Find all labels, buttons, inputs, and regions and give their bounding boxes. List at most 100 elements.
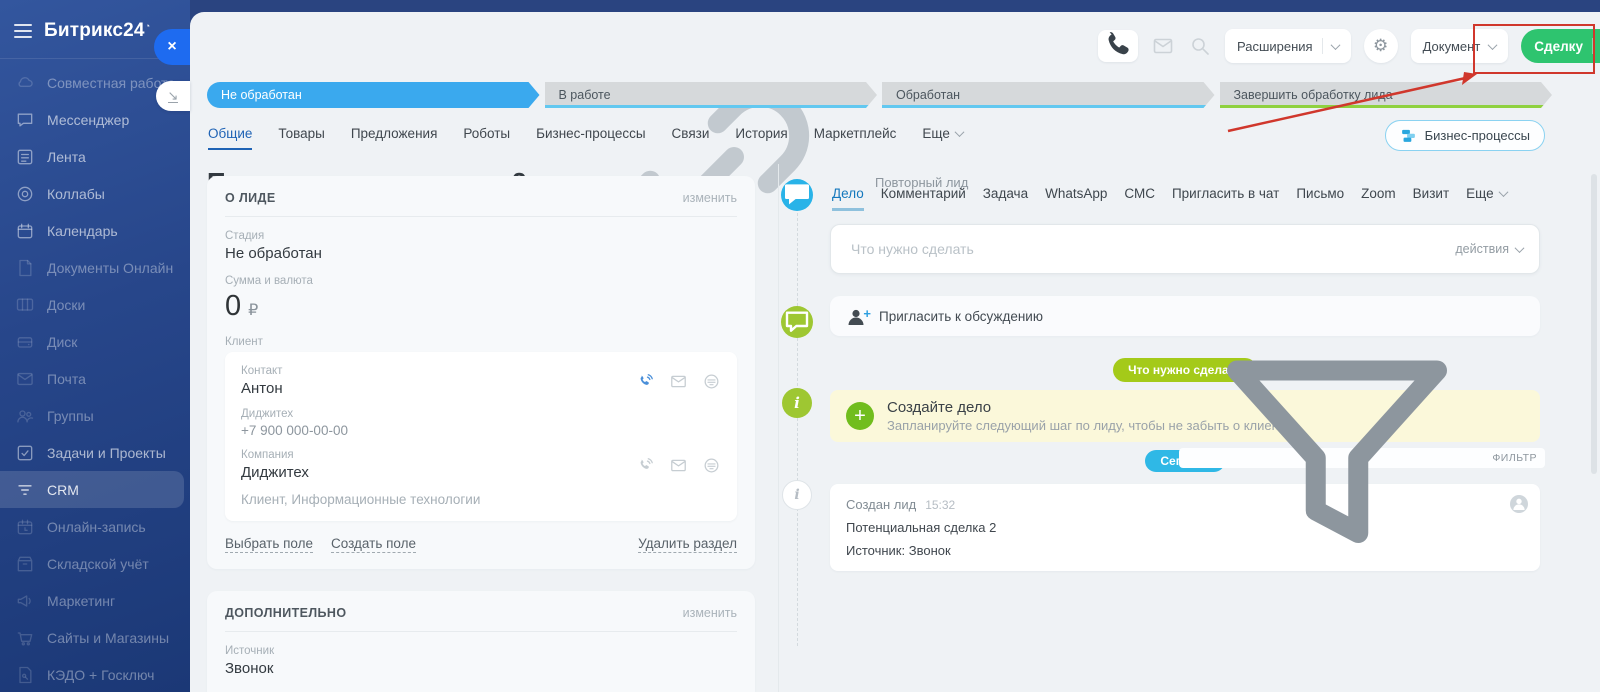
- edit-additional-link[interactable]: изменить: [683, 606, 737, 620]
- document-dropdown[interactable]: Документ: [1411, 29, 1509, 63]
- stage-1[interactable]: Не обработан: [207, 82, 540, 108]
- sidebar-item-collab[interactable]: Коллабы: [0, 175, 190, 212]
- edit-about-link[interactable]: изменить: [683, 191, 737, 205]
- sidebar-item-crm[interactable]: CRM: [0, 471, 184, 508]
- tab-связи[interactable]: Связи: [672, 126, 710, 150]
- company-mail-icon[interactable]: [669, 456, 688, 475]
- source-value[interactable]: Звонок: [225, 660, 737, 677]
- tab-label: Еще: [922, 126, 949, 141]
- tab-история[interactable]: История: [735, 126, 787, 150]
- sidebar-item-label: Складской учёт: [47, 556, 149, 572]
- contact-phone[interactable]: +7 900 000-00-00: [241, 423, 721, 438]
- sidebar-item-feed[interactable]: Лента: [0, 138, 190, 175]
- sidebar-item-calendar[interactable]: Календарь: [0, 212, 190, 249]
- timeline-tab-пригласить-в-чат[interactable]: Пригласить в чат: [1172, 186, 1279, 208]
- scrollbar[interactable]: [1591, 174, 1597, 474]
- invite-person-icon: +: [844, 305, 868, 327]
- app-logo[interactable]: Битрикс24◔: [44, 20, 150, 42]
- sidebar-item-label: Доски: [47, 297, 85, 313]
- contact-name[interactable]: Антон: [241, 380, 283, 397]
- warehouse-icon: [15, 554, 35, 574]
- feed-icon: [15, 147, 35, 167]
- timeline-tab-визит[interactable]: Визит: [1413, 186, 1449, 208]
- booking-icon: [15, 517, 35, 537]
- chat-icon: [15, 110, 35, 130]
- sidebar-item-booking[interactable]: Онлайн-запись: [0, 508, 190, 545]
- stage-2[interactable]: В работе: [545, 82, 878, 108]
- tab-label: СМС: [1124, 186, 1155, 201]
- sidebar-item-marketing[interactable]: Маркетинг: [0, 582, 190, 619]
- sidebar-item-label: Почта: [47, 371, 86, 387]
- source-field: Источник Звонок: [225, 645, 737, 677]
- cloud-icon: [15, 73, 35, 93]
- plus-icon[interactable]: +: [846, 402, 874, 430]
- timeline-log-icon: i: [782, 480, 812, 510]
- close-slider-button[interactable]: ×: [154, 29, 190, 65]
- tab-маркетплейс[interactable]: Маркетплейс: [814, 126, 897, 150]
- avatar: [1510, 495, 1528, 513]
- delete-section-link[interactable]: Удалить раздел: [638, 536, 737, 553]
- extensions-dropdown[interactable]: Расширения: [1225, 29, 1351, 63]
- timeline-activity-icon: [781, 179, 813, 211]
- sidebar-item-drive[interactable]: Диск: [0, 323, 190, 360]
- timeline-tab-смс[interactable]: СМС: [1124, 186, 1155, 208]
- client-card: Контакт Антон Диджитех +7 900 000-00-00: [225, 352, 737, 521]
- timeline-tab-еще[interactable]: Еще: [1466, 186, 1506, 208]
- tab-предложения[interactable]: Предложения: [351, 126, 438, 150]
- stage-3[interactable]: Обработан: [882, 82, 1215, 108]
- tab-еще[interactable]: Еще: [922, 126, 962, 150]
- chevron-down-icon: [1515, 243, 1525, 253]
- company-messenger-icon[interactable]: [702, 456, 721, 475]
- create-field-link[interactable]: Создать поле: [331, 536, 416, 553]
- timeline-tab-whatsapp[interactable]: WhatsApp: [1045, 186, 1107, 208]
- tab-бизнес-процессы[interactable]: Бизнес-процессы: [536, 126, 645, 150]
- tab-общие[interactable]: Общие: [208, 126, 252, 150]
- tab-label: Дело: [832, 186, 864, 201]
- tab-роботы[interactable]: Роботы: [463, 126, 510, 150]
- timeline-tab-письмо[interactable]: Письмо: [1296, 186, 1344, 208]
- stage-4[interactable]: Завершить обработку лида: [1220, 82, 1553, 108]
- chevron-down-icon: [1498, 187, 1508, 197]
- sidebar-item-mail[interactable]: Почта: [0, 360, 190, 397]
- collapse-slider-button[interactable]: ↘: [156, 81, 190, 111]
- tab-label: Роботы: [463, 126, 510, 141]
- tab-label: Письмо: [1296, 186, 1344, 201]
- contact-call-icon[interactable]: [636, 372, 655, 391]
- tab-label: Пригласить в чат: [1172, 186, 1279, 201]
- timeline-tab-задача[interactable]: Задача: [983, 186, 1028, 208]
- timeline-tab-комментарий[interactable]: Комментарий: [881, 186, 966, 208]
- business-process-icon: [1400, 127, 1417, 144]
- tab-товары[interactable]: Товары: [278, 126, 324, 150]
- filter-button[interactable]: ФИЛЬТР: [1179, 448, 1545, 468]
- mail-button[interactable]: [1151, 34, 1175, 58]
- tab-label: Zoom: [1361, 186, 1396, 201]
- sidebar-item-warehouse[interactable]: Складской учёт: [0, 545, 190, 582]
- contact-messenger-icon[interactable]: [702, 372, 721, 391]
- select-field-link[interactable]: Выбрать поле: [225, 536, 313, 553]
- search-button[interactable]: [1188, 34, 1212, 58]
- sidebar-item-sites[interactable]: Сайты и Магазины: [0, 619, 190, 656]
- sidebar-item-tasks[interactable]: Задачи и Проекты: [0, 434, 190, 471]
- actions-dropdown[interactable]: действия: [1455, 242, 1523, 256]
- settings-button[interactable]: ⚙: [1364, 29, 1398, 63]
- create-deal-button[interactable]: Сделку: [1521, 29, 1600, 63]
- sidebar-item-kedo[interactable]: КЭДО + Госключ: [0, 656, 190, 692]
- todo-input[interactable]: [851, 241, 1455, 257]
- sites-icon: [15, 628, 35, 648]
- document-icon: [15, 258, 35, 278]
- contact-mail-icon[interactable]: [669, 372, 688, 391]
- timeline-tab-дело[interactable]: Дело: [832, 186, 864, 208]
- timeline-tab-zoom[interactable]: Zoom: [1361, 186, 1396, 208]
- company-name[interactable]: Диджитех: [241, 464, 309, 481]
- menu-burger-icon[interactable]: [14, 24, 32, 38]
- business-process-button[interactable]: Бизнес-процессы: [1385, 120, 1545, 151]
- sidebar-item-board[interactable]: Доски: [0, 286, 190, 323]
- company-call-icon[interactable]: [636, 456, 655, 475]
- amount-value[interactable]: 0: [225, 290, 241, 323]
- call-button[interactable]: [1098, 30, 1138, 62]
- stage-value[interactable]: Не обработан: [225, 245, 737, 262]
- tab-label: История: [735, 126, 787, 141]
- sidebar-item-label: КЭДО + Госключ: [47, 667, 154, 683]
- sidebar-item-groups[interactable]: Группы: [0, 397, 190, 434]
- sidebar-item-document[interactable]: Документы Онлайн: [0, 249, 190, 286]
